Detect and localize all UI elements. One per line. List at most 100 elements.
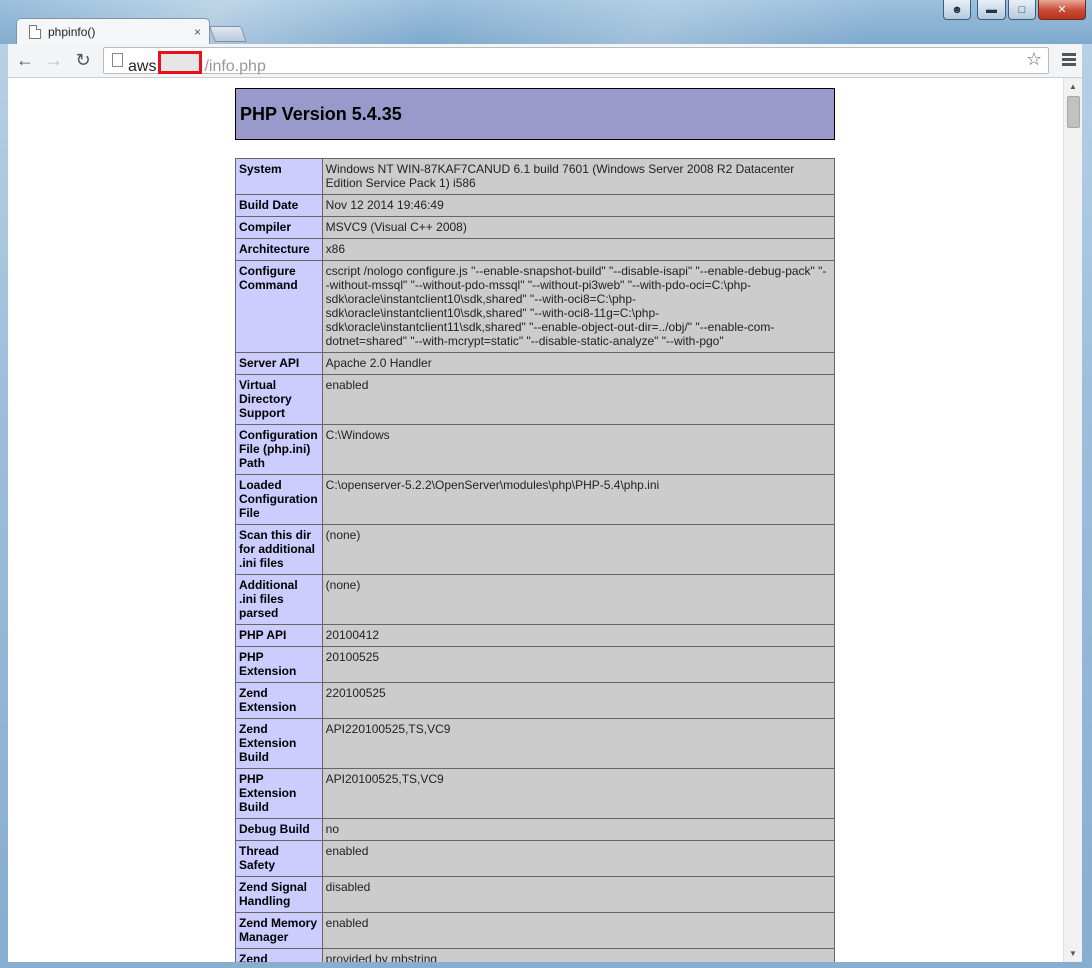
scroll-down-icon[interactable]: ▼	[1069, 949, 1077, 958]
row-key: System	[235, 158, 323, 195]
row-value: Apache 2.0 Handler	[321, 352, 836, 375]
row-value: 20100525	[321, 646, 836, 683]
row-key: Loaded Configuration File	[235, 474, 323, 525]
table-row: System Windows NT WIN-87KAF7CANUD 6.1 bui…	[235, 158, 836, 195]
row-key: Scan this dir for additional .ini files	[235, 524, 323, 575]
row-value: enabled	[321, 912, 836, 949]
row-value: C:\openserver-5.2.2\OpenServer\modules\p…	[321, 474, 836, 525]
table-row: Zend Extension Build API220100525,TS,VC9	[235, 718, 836, 769]
table-row: Additional .ini files parsed (none)	[235, 574, 836, 625]
row-key: Virtual Directory Support	[235, 374, 323, 425]
row-value: (none)	[321, 524, 836, 575]
table-row: Configuration File (php.ini) Path C:\Wind…	[235, 424, 836, 475]
row-key: Zend Extension Build	[235, 718, 323, 769]
table-row: Architecture x86	[235, 238, 836, 261]
table-row: Virtual Directory Support enabled	[235, 374, 836, 425]
row-key: PHP Extension Build	[235, 768, 323, 819]
table-row: Thread Safety enabled	[235, 840, 836, 877]
close-icon: ✕	[1057, 4, 1067, 16]
row-key: Additional .ini files parsed	[235, 574, 323, 625]
table-row: Zend Multibyteprovided by mbstring	[235, 948, 836, 962]
url-host: aws	[128, 58, 157, 75]
info-table: System Windows NT WIN-87KAF7CANUD 6.1 bui…	[235, 158, 836, 962]
toolbar: ← → ↻ aws/info.php ☆	[8, 44, 1082, 78]
table-row: PHP Extension Build API20100525,TS,VC9	[235, 768, 836, 819]
row-key: Compiler	[235, 216, 323, 239]
tab-phpinfo[interactable]: phpinfo() ×	[16, 18, 210, 45]
scrollbar-thumb[interactable]	[1067, 96, 1080, 128]
close-window-button[interactable]: ✕	[1038, 0, 1086, 20]
vertical-scrollbar[interactable]: ▲ ▼	[1063, 78, 1082, 962]
page-title: PHP Version 5.4.35	[240, 103, 402, 124]
minimize-button[interactable]: ▬	[977, 0, 1006, 20]
row-value: Windows NT WIN-87KAF7CANUD 6.1 build 760…	[321, 158, 836, 195]
row-key: Zend Memory Manager	[235, 912, 323, 949]
table-row: Debug Build no	[235, 818, 836, 841]
row-value: MSVC9 (Visual C++ 2008)	[321, 216, 836, 239]
row-key: Configure Command	[235, 260, 323, 353]
row-key: Zend Signal Handling	[235, 876, 323, 913]
browser-window: ☻ ▬ □ ✕ phpinfo() × ← → ↻ aws/info.php ☆…	[0, 0, 1092, 968]
table-row: Configure Command cscript /nologo configu…	[235, 260, 836, 353]
url-text: aws/info.php	[128, 51, 266, 76]
back-arrow-icon: ←	[16, 50, 34, 70]
row-key: Build Date	[235, 194, 323, 217]
row-value: disabled	[321, 876, 836, 913]
table-row: Build Date Nov 12 2014 19:46:49	[235, 194, 836, 217]
reload-icon: ↻	[75, 50, 91, 70]
user-profile-button[interactable]: ☻	[943, 0, 971, 20]
table-row: Zend Extension 220100525	[235, 682, 836, 719]
row-key: Zend Multibyte	[235, 948, 323, 962]
row-key: Zend Extension	[235, 682, 323, 719]
table-row: PHP API 20100412	[235, 624, 836, 647]
bookmark-star-icon[interactable]: ☆	[1026, 49, 1042, 70]
row-value: API20100525,TS,VC9	[321, 768, 836, 819]
redaction-box	[158, 51, 203, 74]
row-key: PHP API	[235, 624, 323, 647]
menu-icon[interactable]	[1062, 53, 1076, 68]
table-row: PHP Extension 20100525	[235, 646, 836, 683]
caption-buttons: ☻ ▬ □ ✕	[943, 0, 1086, 20]
table-row: Scan this dir for additional .ini files(…	[235, 524, 836, 575]
minimize-icon: ▬	[986, 3, 997, 16]
forward-button[interactable]: →	[43, 50, 65, 70]
row-key: Server API	[235, 352, 323, 375]
url-path: /info.php	[204, 58, 266, 75]
new-tab-button[interactable]	[209, 26, 247, 42]
tab-title: phpinfo()	[48, 25, 96, 39]
row-value: Nov 12 2014 19:46:49	[321, 194, 836, 217]
back-button[interactable]: ←	[14, 50, 36, 70]
maximize-icon: □	[1018, 3, 1026, 16]
table-row: Server API Apache 2.0 Handler	[235, 352, 836, 375]
row-key: Configuration File (php.ini) Path	[235, 424, 323, 475]
row-value: API220100525,TS,VC9	[321, 718, 836, 769]
address-bar[interactable]: aws/info.php ☆	[103, 47, 1049, 76]
page-icon	[29, 25, 41, 39]
row-value: provided by mbstring	[321, 948, 836, 962]
row-value: C:\Windows	[321, 424, 836, 475]
row-key: Debug Build	[235, 818, 323, 841]
table-row: Zend Signal Handling disabled	[235, 876, 836, 913]
page-viewport: PHP Version 5.4.35 System Windows NT WIN-…	[8, 78, 1082, 962]
table-row: Zend Memory Manager enabled	[235, 912, 836, 949]
row-value: 220100525	[321, 682, 836, 719]
row-value: (none)	[321, 574, 836, 625]
page-icon	[112, 53, 123, 67]
row-value: no	[321, 818, 836, 841]
forward-arrow-icon: →	[45, 50, 63, 70]
row-value: enabled	[321, 840, 836, 877]
row-value: enabled	[321, 374, 836, 425]
row-value: x86	[321, 238, 836, 261]
user-icon: ☻	[951, 3, 963, 16]
scroll-up-icon[interactable]: ▲	[1069, 82, 1077, 91]
row-value: cscript /nologo configure.js "--enable-s…	[321, 260, 836, 353]
row-key: Thread Safety	[235, 840, 323, 877]
php-version-header: PHP Version 5.4.35	[235, 88, 835, 140]
row-key: PHP Extension	[235, 646, 323, 683]
table-row: Loaded Configuration File C:\openserver-5…	[235, 474, 836, 525]
tab-close-button[interactable]: ×	[194, 25, 201, 39]
table-row: Compiler MSVC9 (Visual C++ 2008)	[235, 216, 836, 239]
maximize-button[interactable]: □	[1008, 0, 1036, 20]
phpinfo-content: PHP Version 5.4.35 System Windows NT WIN-…	[235, 88, 836, 962]
reload-button[interactable]: ↻	[72, 50, 94, 70]
